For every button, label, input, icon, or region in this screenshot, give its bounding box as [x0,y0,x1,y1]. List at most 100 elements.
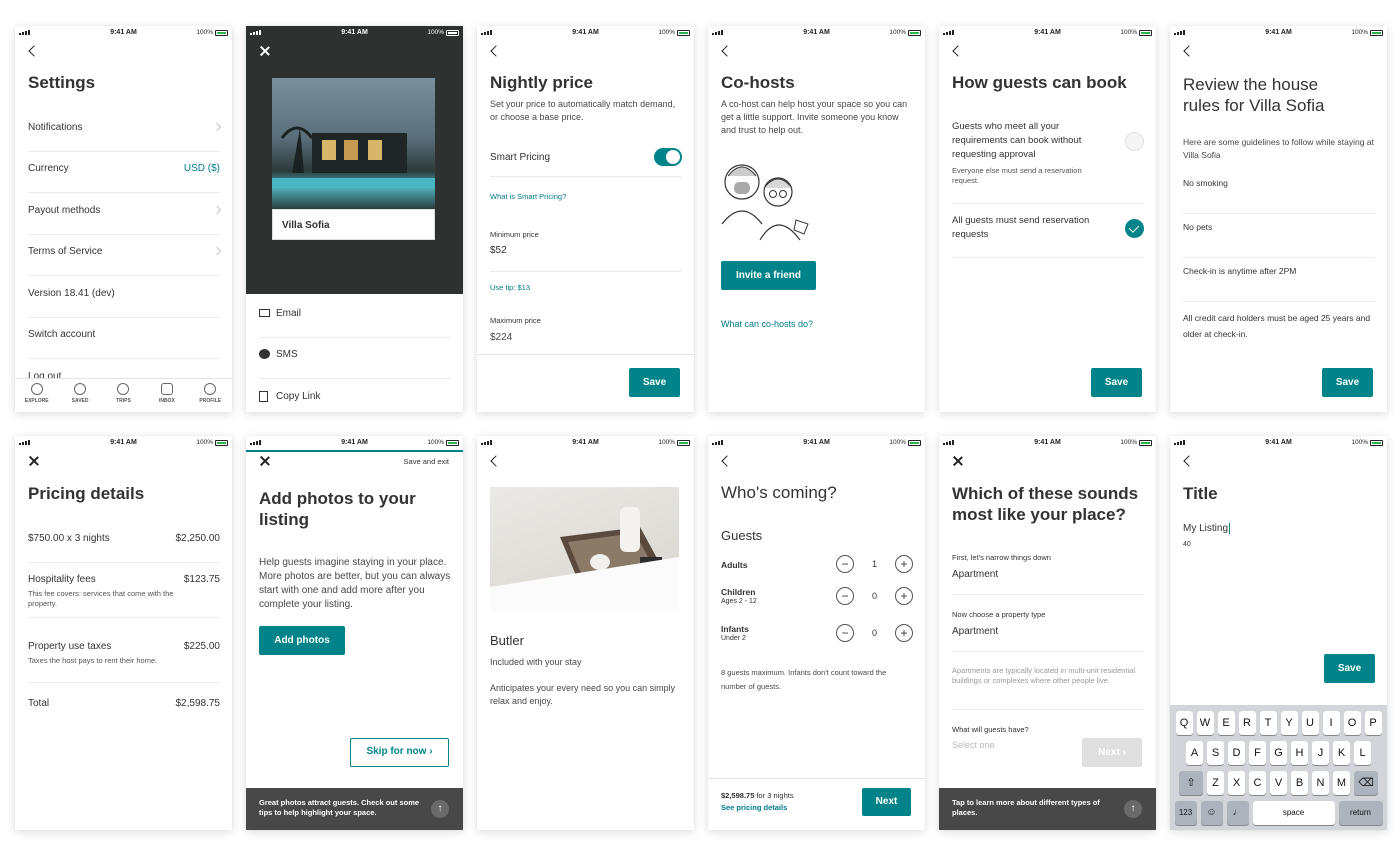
key-u[interactable]: U [1301,711,1319,735]
children-stepper: −0 + [835,587,913,605]
key-j[interactable]: J [1312,741,1329,765]
save-button[interactable]: Save [629,368,680,397]
key-s[interactable]: S [1207,741,1224,765]
save-button[interactable]: Save [1324,654,1375,683]
emoji-key[interactable]: ☺ [1200,801,1223,825]
minus-icon[interactable]: − [835,624,854,642]
key-d[interactable]: D [1228,741,1245,765]
key-c[interactable]: C [1249,771,1266,795]
settings-item-terms[interactable]: Terms of Service [28,246,222,276]
skip-button[interactable]: Skip for now › [350,738,449,767]
mic-key[interactable]: ♩ [1226,801,1249,825]
save-exit-link[interactable]: Save and exit [404,457,449,466]
booking-option-instant[interactable]: Guests who meet all your requirements ca… [952,120,1144,204]
request-check-icon[interactable] [1125,219,1144,238]
settings-item-switch[interactable]: Switch account [28,329,220,359]
add-photos-button[interactable]: Add photos [259,626,345,655]
min-price-row[interactable]: Minimum price $52 [490,216,682,272]
close-icon[interactable] [27,454,41,468]
share-sms[interactable]: SMS [259,349,451,379]
tab-profile[interactable]: PROFILE [190,383,230,412]
screen-cohosts: 9:41 AM 100% Co-hosts A co-host can help … [708,26,925,412]
settings-item-notifications[interactable]: Notifications [28,122,222,152]
back-icon[interactable] [1182,454,1196,468]
key-o[interactable]: O [1343,711,1361,735]
settings-item-currency[interactable]: Currency USD ($) [28,163,220,193]
rules-intro: Here are some guidelines to follow while… [1183,137,1374,160]
guest-space-select[interactable]: Select one [952,740,995,750]
plus-icon[interactable]: + [895,555,913,573]
tab-trips[interactable]: TRIPS [103,383,143,412]
place-category-select[interactable]: First, let's narrow things down Apartment [952,553,1144,595]
property-type-select[interactable]: Now choose a property type Apartment [952,610,1144,652]
screen-pricing-details: 9:41 AM 100% Pricing details $750.00 x 3 … [15,436,232,830]
next-button[interactable]: Next › [1082,738,1142,767]
key-z[interactable]: Z [1207,771,1224,795]
back-icon[interactable] [489,44,503,58]
key-m[interactable]: M [1333,771,1350,795]
return-key[interactable]: return [1338,801,1383,825]
key-r[interactable]: R [1238,711,1256,735]
numbers-key[interactable]: 123 [1174,801,1197,825]
screen-butler: 9:41 AM 100% Butler Included with your st… [477,436,694,830]
save-button[interactable]: Save [1091,368,1142,397]
smart-pricing-toggle[interactable] [654,148,682,166]
key-t[interactable]: T [1259,711,1277,735]
key-b[interactable]: B [1291,771,1308,795]
settings-item-payout[interactable]: Payout methods [28,205,222,235]
key-a[interactable]: A [1186,741,1203,765]
tab-explore[interactable]: EXPLORE [17,383,57,412]
tab-inbox[interactable]: INBOX [147,383,187,412]
plus-icon[interactable]: + [895,587,913,605]
key-w[interactable]: W [1196,711,1214,735]
close-icon[interactable] [258,44,272,58]
minus-icon[interactable]: − [835,587,854,605]
back-icon[interactable] [720,44,734,58]
key-e[interactable]: E [1217,711,1235,735]
booking-option-request[interactable]: All guests must send reservation request… [952,214,1144,258]
back-icon[interactable] [1182,44,1196,58]
keyboard-row-3: ⇧ ZXCVBNM ⌫ [1173,771,1384,795]
learn-footer[interactable]: Tap to learn more about different types … [939,788,1156,830]
key-y[interactable]: Y [1280,711,1298,735]
plus-icon[interactable]: + [895,624,913,642]
screen-share: 9:41 AM 100% Villa Sofia Email SMS Copy L… [246,26,463,412]
use-tip-link[interactable]: Use tip: $13 [490,283,530,293]
page-title: Review the house rules for Villa Sofia [1183,75,1325,115]
tips-footer[interactable]: Great photos attract guests. Check out s… [246,788,463,830]
back-icon[interactable] [951,44,965,58]
key-i[interactable]: I [1322,711,1340,735]
cohosts-help-link[interactable]: What can co-hosts do? [721,319,813,329]
share-email[interactable]: Email [259,308,451,338]
share-copy-link[interactable]: Copy Link [259,391,451,412]
next-button[interactable]: Next [862,788,911,816]
key-v[interactable]: V [1270,771,1287,795]
back-icon[interactable] [489,454,503,468]
key-n[interactable]: N [1312,771,1329,795]
key-h[interactable]: H [1291,741,1308,765]
key-k[interactable]: K [1333,741,1350,765]
back-icon[interactable] [27,44,41,58]
minus-icon[interactable]: − [835,555,854,573]
key-g[interactable]: G [1270,741,1287,765]
close-icon[interactable] [951,454,965,468]
key-l[interactable]: L [1354,741,1371,765]
pricing-details-link[interactable]: See pricing details [721,803,787,812]
instant-book-check[interactable] [1125,132,1144,151]
key-q[interactable]: Q [1175,711,1193,735]
key-x[interactable]: X [1228,771,1245,795]
title-input[interactable]: My Listing [1183,523,1231,534]
smart-pricing-link[interactable]: What is Smart Pricing? [490,192,566,202]
key-f[interactable]: F [1249,741,1266,765]
max-price-value[interactable]: $224 [490,332,512,343]
key-p[interactable]: P [1364,711,1382,735]
status-bar: 9:41 AM 100% [477,436,694,450]
close-icon[interactable] [258,454,272,468]
space-key[interactable]: space [1252,801,1335,825]
save-button[interactable]: Save [1322,368,1373,397]
shift-key[interactable]: ⇧ [1179,771,1203,795]
back-icon[interactable] [720,454,734,468]
delete-key[interactable]: ⌫ [1354,771,1378,795]
tab-saved[interactable]: SAVED [60,383,100,412]
invite-friend-button[interactable]: Invite a friend [721,261,816,290]
